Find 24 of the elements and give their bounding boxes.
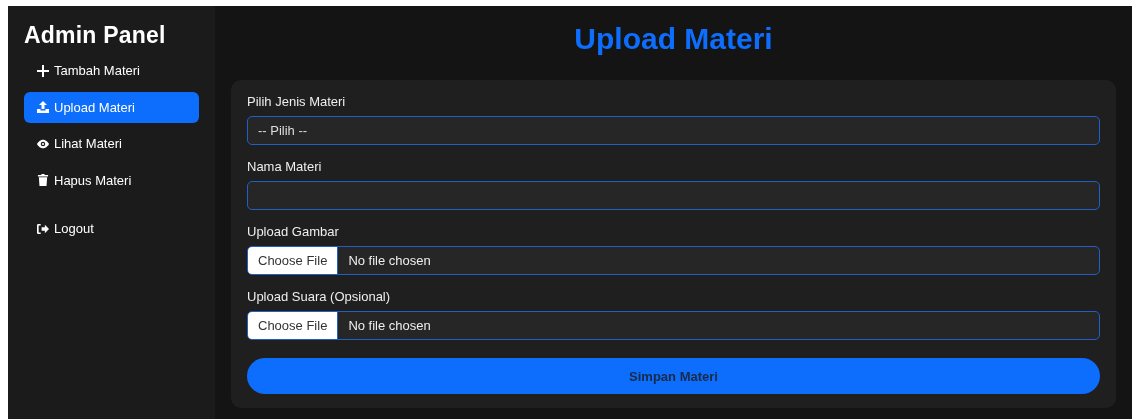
nav-item[interactable]: Hapus Materi (24, 164, 199, 196)
trash-icon (37, 174, 49, 186)
sidebar-title: Admin Panel (24, 22, 167, 49)
nav-item[interactable]: Lihat Materi (24, 128, 199, 159)
file-status: No file chosen (347, 253, 432, 268)
field-label: Upload Suara (Opsional) (247, 289, 392, 304)
eye-icon (37, 137, 49, 150)
choose-file-button[interactable]: Choose File (248, 247, 339, 274)
nav-item[interactable]: Tambah Materi (24, 55, 199, 86)
file-input[interactable]: Choose File No file chosen (247, 246, 1100, 275)
file-status: No file chosen (347, 318, 432, 333)
choose-file-button[interactable]: Choose File (248, 312, 339, 339)
logout-icon (37, 222, 49, 235)
field-label: Upload Gambar (247, 224, 340, 239)
upload-icon (37, 101, 49, 113)
field-label: Nama Materi (247, 159, 323, 174)
logout-link[interactable]: Logout (24, 213, 199, 244)
field-label: Pilih Jenis Materi (247, 94, 347, 109)
input-field[interactable] (247, 181, 1100, 210)
file-input[interactable]: Choose File No file chosen (247, 311, 1100, 340)
page-title: Upload Materi (573, 22, 774, 56)
plus-icon (37, 64, 49, 77)
select-field[interactable]: -- Pilih -- (247, 116, 1100, 145)
nav-item[interactable]: Upload Materi (24, 91, 199, 123)
